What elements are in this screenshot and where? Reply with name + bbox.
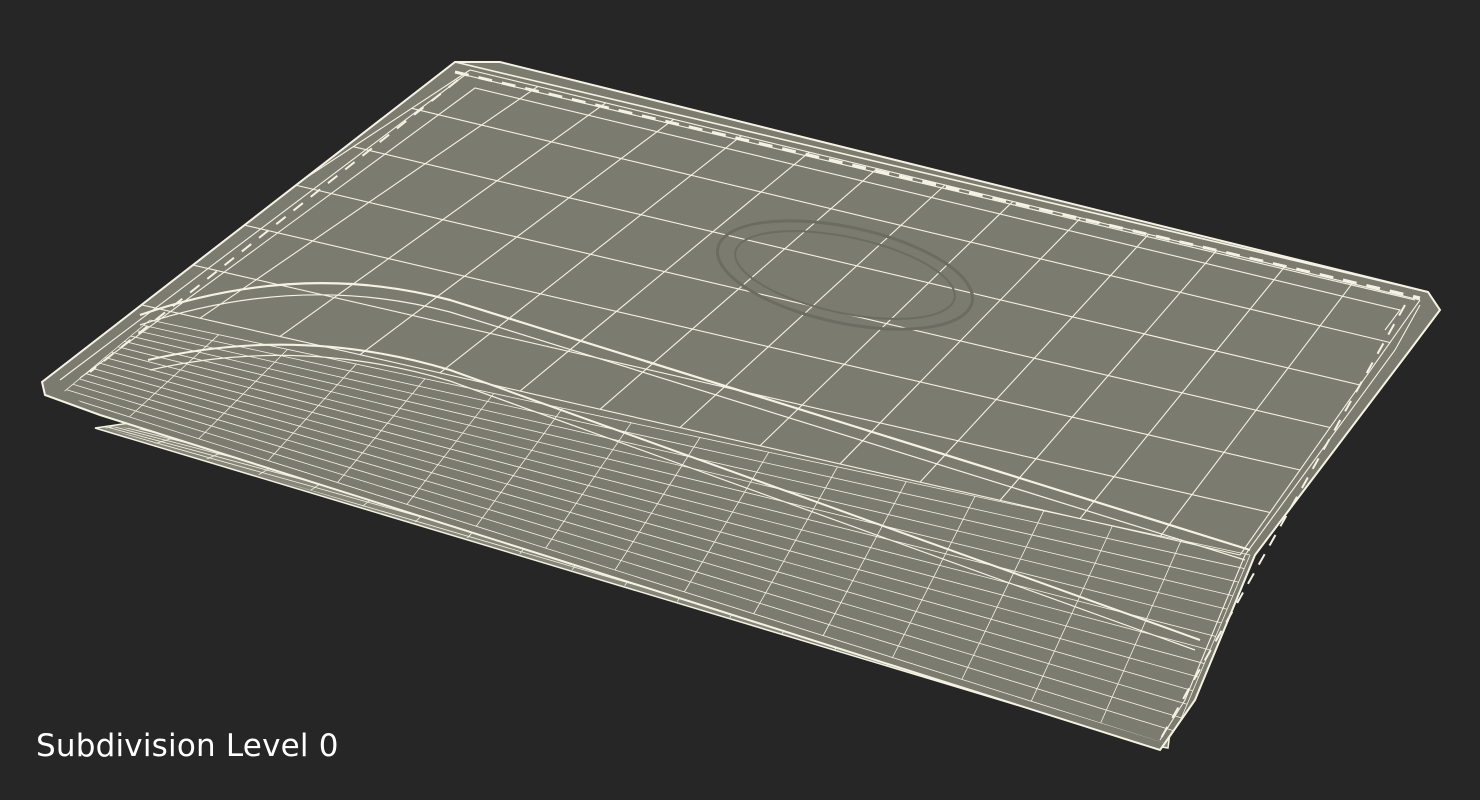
wallet-body bbox=[40, 61, 1442, 752]
subdivision-level-caption: Subdivision Level 0 bbox=[36, 728, 339, 764]
render-viewport: Subdivision Level 0 bbox=[0, 0, 1480, 800]
card-holder-wireframe-image bbox=[40, 61, 1442, 752]
